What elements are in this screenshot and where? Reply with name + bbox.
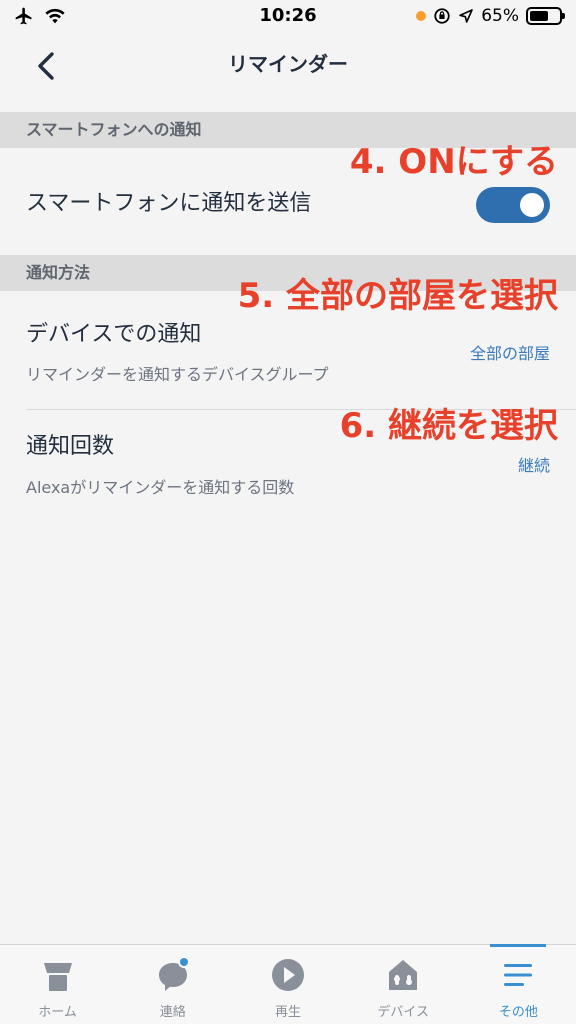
status-bar: 10:26 65% [0, 0, 576, 34]
tab-devices[interactable]: デバイス [346, 945, 461, 1024]
annotation-step4: 4. ONにする [349, 142, 558, 182]
battery-percent: 65% [481, 6, 519, 26]
home-icon [43, 963, 72, 991]
tab-bar: ホーム 連絡 再生 デバイス その他 [0, 944, 576, 1024]
smartphone-notify-label: スマートフォンに通知を送信 [26, 191, 312, 216]
tab-more[interactable]: その他 [461, 945, 576, 1024]
toggle-knob [520, 193, 544, 217]
tab-play[interactable]: 再生 [230, 945, 345, 1024]
nav-bar: リマインダー [0, 34, 576, 98]
tab-label-home: ホーム [38, 1005, 77, 1020]
page-title: リマインダー [228, 52, 348, 76]
orange-dot-icon [416, 11, 427, 21]
tab-label-play: 再生 [275, 1005, 302, 1020]
tab-label-devices: デバイス [377, 1005, 430, 1020]
annotation-step6: 6. 継続を選択 [339, 406, 558, 446]
chat-bubble-icon [158, 957, 190, 991]
rotation-lock-icon [434, 8, 450, 24]
notify-count-title: 通知回数 [26, 434, 115, 459]
device-notify-value[interactable]: 全部の部屋 [470, 340, 550, 364]
device-house-icon [389, 960, 418, 990]
status-right-icons: 65% [416, 6, 565, 26]
location-icon [459, 9, 474, 23]
battery-icon [526, 7, 565, 25]
tab-label-more: その他 [498, 1005, 538, 1020]
annotation-step5: 5. 全部の部屋を選択 [237, 276, 558, 316]
device-notify-subtitle: リマインダーを通知するデバイスグループ [26, 365, 329, 384]
battery-fill [530, 11, 549, 21]
tab-communicate[interactable]: 連絡 [115, 945, 230, 1024]
device-notify-title: デバイスでの通知 [26, 322, 202, 347]
menu-icon [504, 964, 533, 986]
play-icon [272, 959, 304, 991]
smartphone-notify-toggle[interactable] [476, 187, 550, 223]
tab-home[interactable]: ホーム [0, 945, 115, 1024]
tab-label-communicate: 連絡 [159, 1005, 186, 1020]
notify-count-value[interactable]: 継続 [518, 452, 550, 476]
notify-count-subtitle: Alexaがリマインダーを通知する回数 [26, 478, 295, 497]
